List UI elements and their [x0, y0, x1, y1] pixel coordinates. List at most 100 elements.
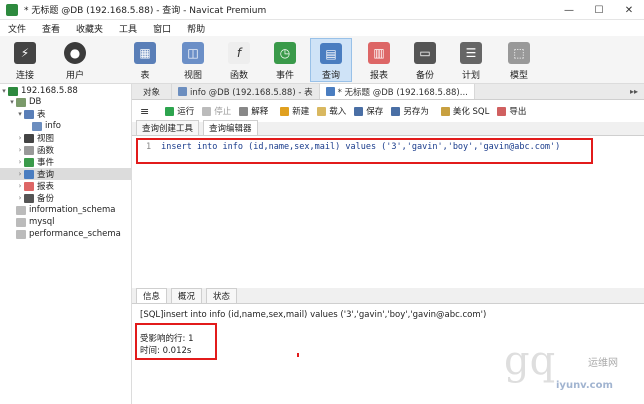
main-toolbar: ⚡ 连接 ● 用户 ▦ 表 ◫ 视图 f 函数 ◷ 事件 ▤ 查询 ▥ 报表 ▭…: [0, 36, 644, 84]
function-button[interactable]: f 函数: [218, 38, 260, 82]
tab-untitled-query[interactable]: * 无标题 @DB (192.168.5.88)...: [319, 84, 475, 99]
function-icon: f: [228, 42, 250, 64]
watermark-logo: gq 运维网 iyunv.com: [504, 338, 618, 391]
database-icon: [16, 97, 26, 107]
title-bar: * 无标题 @DB (192.168.5.88) - 查询 - Navicat …: [0, 0, 644, 20]
stop-icon: [202, 106, 212, 116]
navicat-app-icon: [6, 3, 18, 16]
view-button[interactable]: ◫ 视图: [172, 38, 214, 82]
table-icon: [32, 121, 42, 131]
stop-button[interactable]: 停止: [202, 105, 231, 117]
schedule-button[interactable]: ☰ 计划: [450, 38, 492, 82]
tree-functions[interactable]: › 函数: [0, 144, 132, 156]
explain-button[interactable]: 解释: [239, 105, 268, 117]
tree-db-information-schema[interactable]: information_schema: [0, 204, 132, 216]
new-icon: [280, 106, 290, 116]
table-icon: [178, 87, 187, 96]
view-folder-icon: [24, 133, 34, 143]
user-button[interactable]: ● 用户: [54, 38, 96, 82]
connection-tree: ▾ 192.168.5.88 ▾ DB ▾ 表 info › 视图 › 函数 ›…: [0, 84, 132, 404]
tab-status[interactable]: 状态: [206, 288, 238, 303]
query-folder-icon: [24, 169, 34, 179]
tree-table-info[interactable]: info: [0, 120, 132, 132]
tree-reports[interactable]: › 报表: [0, 180, 132, 192]
model-button[interactable]: ⬚ 模型: [498, 38, 540, 82]
query-icon: ▤: [320, 43, 342, 64]
report-button[interactable]: ▥ 报表: [358, 38, 400, 82]
menu-view[interactable]: 查看: [34, 22, 68, 35]
save-button[interactable]: 保存: [354, 105, 383, 117]
query-button[interactable]: ▤ 查询: [310, 38, 352, 82]
tree-events[interactable]: › 事件: [0, 156, 132, 168]
event-button[interactable]: ◷ 事件: [264, 38, 306, 82]
folder-icon: [317, 106, 327, 116]
new-button[interactable]: 新建: [280, 105, 309, 117]
chevron-right-icon[interactable]: ›: [16, 134, 24, 142]
tree-tables[interactable]: ▾ 表: [0, 108, 132, 120]
function-folder-icon: [24, 145, 34, 155]
database-icon: [16, 217, 26, 227]
save-as-icon: [391, 106, 401, 116]
chevron-right-icon[interactable]: ›: [16, 182, 24, 190]
minimize-button[interactable]: —: [554, 0, 584, 20]
report-folder-icon: [24, 181, 34, 191]
run-button[interactable]: 运行: [165, 105, 194, 117]
menu-tools[interactable]: 工具: [111, 22, 145, 35]
query-mode-tabs: 查询创建工具 查询编辑器: [132, 120, 644, 136]
tab-profile[interactable]: 概况: [171, 288, 203, 303]
maximize-button[interactable]: ☐: [584, 0, 614, 20]
red-mark: [297, 353, 299, 357]
highlight-box-sql: [136, 138, 593, 164]
window-title: * 无标题 @DB (192.168.5.88) - 查询 - Navicat …: [24, 6, 267, 16]
menu-help[interactable]: 帮助: [179, 22, 213, 35]
backup-button[interactable]: ▭ 备份: [404, 38, 446, 82]
tree-views[interactable]: › 视图: [0, 132, 132, 144]
chevron-right-icon[interactable]: ›: [16, 158, 24, 166]
menu-window[interactable]: 窗口: [145, 22, 179, 35]
play-icon: [165, 106, 175, 116]
event-folder-icon: [24, 157, 34, 167]
tab-info-table[interactable]: info @DB (192.168.5.88) - 表: [172, 84, 320, 99]
table-folder-icon: [24, 109, 34, 119]
beautify-icon: [440, 106, 450, 116]
report-icon: ▥: [368, 42, 390, 64]
chevron-right-icon[interactable]: ›: [16, 146, 24, 154]
connect-button[interactable]: ⚡ 连接: [4, 38, 46, 82]
chevron-down-icon[interactable]: ▾: [0, 87, 8, 95]
menu-favorites[interactable]: 收藏夹: [68, 22, 111, 35]
highlight-box-result: [135, 323, 217, 360]
tree-db[interactable]: ▾ DB: [0, 96, 132, 108]
hamburger-menu-icon[interactable]: ≡: [140, 105, 149, 118]
user-icon: ●: [64, 42, 86, 64]
chevron-right-icon[interactable]: ›: [16, 194, 24, 202]
save-as-button[interactable]: 另存为: [391, 105, 429, 117]
tree-queries[interactable]: › 查询: [0, 168, 132, 180]
tree-db-performance-schema[interactable]: performance_schema: [0, 228, 132, 240]
load-button[interactable]: 载入: [317, 105, 346, 117]
save-icon: [354, 106, 364, 116]
export-button[interactable]: 导出: [497, 105, 526, 117]
chevron-down-icon[interactable]: ▾: [16, 110, 24, 118]
result-tab-bar: 信息 概况 状态: [132, 288, 644, 304]
tree-db-mysql[interactable]: mysql: [0, 216, 132, 228]
chevron-right-icon[interactable]: ›: [16, 170, 24, 178]
tab-message[interactable]: 信息: [136, 288, 168, 303]
tab-scroll-icon[interactable]: ▸▸: [630, 87, 638, 96]
backup-icon: ▭: [414, 42, 436, 64]
beautify-sql-button[interactable]: 美化 SQL: [440, 105, 489, 117]
tab-query-builder[interactable]: 查询创建工具: [136, 120, 200, 135]
query-icon: [325, 87, 335, 96]
table-button[interactable]: ▦ 表: [124, 38, 166, 82]
view-icon: ◫: [182, 42, 204, 64]
tree-backups[interactable]: › 备份: [0, 192, 132, 204]
tab-query-editor[interactable]: 查询编辑器: [203, 120, 258, 135]
tab-objects[interactable]: 对象: [132, 84, 172, 99]
query-editor-toolbar: ≡ 运行 停止 解释 新建 载入 保存 另存为 美化 SQL 导出: [132, 101, 644, 121]
event-icon: ◷: [274, 42, 296, 64]
result-sql-line: [SQL]insert into info (id,name,sex,mail)…: [140, 310, 487, 320]
close-button[interactable]: ✕: [614, 0, 644, 20]
menu-file[interactable]: 文件: [0, 22, 34, 35]
database-icon: [16, 205, 26, 215]
menu-bar: 文件 查看 收藏夹 工具 窗口 帮助: [0, 20, 644, 36]
chevron-down-icon[interactable]: ▾: [8, 98, 16, 106]
